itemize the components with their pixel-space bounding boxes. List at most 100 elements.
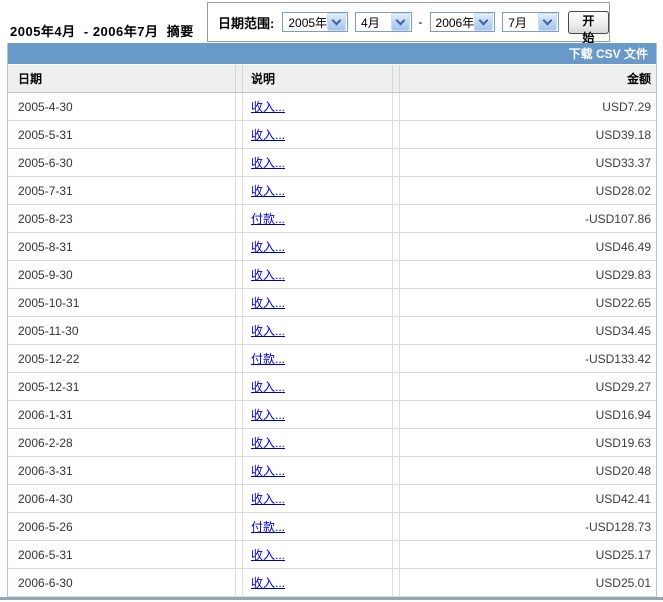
- date-cell: 2006-5-26: [8, 513, 236, 540]
- date-cell: 2005-5-31: [8, 121, 236, 148]
- table-row: 2006-5-31 收入... USD25.17: [8, 541, 656, 569]
- end-year-value: 2006年: [435, 15, 475, 30]
- date-cell: 2006-3-31: [8, 457, 236, 484]
- amount-cell: USD42.41: [399, 485, 656, 512]
- description-cell: 收入...: [242, 93, 393, 120]
- start-button[interactable]: 开始: [567, 10, 609, 45]
- amount-cell: USD25.01: [399, 569, 656, 596]
- amount-value: USD29.83: [595, 267, 651, 282]
- end-month-value: 7月: [508, 15, 527, 30]
- description-link[interactable]: 收入...: [251, 154, 285, 171]
- amount-value: USD25.01: [595, 575, 651, 590]
- table-row: 2006-5-26 付款... -USD128.73: [8, 513, 656, 541]
- description-cell: 收入...: [242, 373, 393, 400]
- amount-cell: USD39.18: [399, 121, 656, 148]
- description-cell: 收入...: [242, 261, 393, 288]
- description-cell: 收入...: [242, 233, 393, 260]
- amount-value: USD46.49: [595, 239, 651, 254]
- bottom-divider: [0, 597, 663, 600]
- amount-value: -USD107.86: [584, 211, 651, 226]
- description-link[interactable]: 收入...: [251, 490, 285, 507]
- header-description: 说明: [242, 65, 393, 92]
- header-date: 日期: [8, 65, 236, 92]
- amount-cell: USD29.83: [399, 261, 656, 288]
- description-link[interactable]: 收入...: [251, 182, 285, 199]
- header-amount: 金额: [399, 65, 656, 92]
- amount-value: USD28.02: [595, 183, 651, 198]
- description-cell: 收入...: [242, 177, 393, 204]
- description-cell: 收入...: [242, 541, 393, 568]
- amount-cell: USD33.37: [399, 149, 656, 176]
- description-link[interactable]: 收入...: [251, 406, 285, 423]
- date-cell: 2005-7-31: [8, 177, 236, 204]
- chevron-down-icon: [474, 13, 494, 31]
- amount-value: USD33.37: [595, 155, 651, 170]
- start-year-select[interactable]: 2005年: [282, 12, 349, 32]
- start-month-select[interactable]: 4月: [355, 12, 412, 32]
- date-cell: 2005-12-22: [8, 345, 236, 372]
- date-range-label: 日期范围:: [218, 15, 275, 31]
- table-row: 2005-6-30 收入... USD33.37: [8, 149, 656, 177]
- description-cell: 收入...: [242, 401, 393, 428]
- date-cell: 2005-4-30: [8, 93, 236, 120]
- date-range-panel: 日期范围: 2005年 4月 - 2006年 7月 开始: [207, 2, 610, 45]
- amount-value: -USD128.73: [584, 519, 651, 534]
- start-year-value: 2005年: [288, 15, 328, 30]
- description-link[interactable]: 收入...: [251, 238, 285, 255]
- table-row: 2006-6-30 收入... USD25.01: [8, 569, 656, 597]
- amount-cell: USD25.17: [399, 541, 656, 568]
- description-link[interactable]: 收入...: [251, 574, 285, 591]
- description-cell: 收入...: [242, 485, 393, 512]
- amount-cell: USD20.48: [399, 457, 656, 484]
- date-cell: 2006-2-28: [8, 429, 236, 456]
- description-link[interactable]: 收入...: [251, 322, 285, 339]
- amount-value: USD25.17: [595, 547, 651, 562]
- date-range-separator: -: [418, 15, 423, 29]
- description-link[interactable]: 收入...: [251, 126, 285, 143]
- table-row: 2006-4-30 收入... USD42.41: [8, 485, 656, 513]
- description-link[interactable]: 收入...: [251, 434, 285, 451]
- table-row: 2005-5-31 收入... USD39.18: [8, 121, 656, 149]
- statement-table: 下载 CSV 文件 日期 说明 金额 2005-4-30 收入... USD7.…: [7, 43, 657, 598]
- summary-title: 2005年4月 - 2006年7月 摘要: [10, 24, 194, 39]
- description-cell: 收入...: [242, 121, 393, 148]
- date-cell: 2006-5-31: [8, 541, 236, 568]
- description-link[interactable]: 付款...: [251, 518, 285, 535]
- table-row: 2005-4-30 收入... USD7.29: [8, 93, 656, 121]
- description-cell: 付款...: [242, 513, 393, 540]
- date-cell: 2006-1-31: [8, 401, 236, 428]
- amount-cell: USD7.29: [399, 93, 656, 120]
- amount-value: USD20.48: [595, 463, 651, 478]
- csv-toolbar: 下载 CSV 文件: [8, 43, 656, 65]
- description-link[interactable]: 付款...: [251, 350, 285, 367]
- table-row: 2005-10-31 收入... USD22.65: [8, 289, 656, 317]
- amount-value: USD16.94: [595, 407, 651, 422]
- description-cell: 付款...: [242, 205, 393, 232]
- description-link[interactable]: 收入...: [251, 546, 285, 563]
- description-link[interactable]: 收入...: [251, 378, 285, 395]
- end-month-select[interactable]: 7月: [502, 12, 559, 32]
- amount-cell: USD34.45: [399, 317, 656, 344]
- chevron-down-icon: [327, 13, 347, 31]
- date-cell: 2005-8-23: [8, 205, 236, 232]
- date-cell: 2005-12-31: [8, 373, 236, 400]
- amount-value: USD39.18: [595, 127, 651, 142]
- description-link[interactable]: 收入...: [251, 98, 285, 115]
- date-cell: 2005-9-30: [8, 261, 236, 288]
- table-row: 2006-2-28 收入... USD19.63: [8, 429, 656, 457]
- end-year-select[interactable]: 2006年: [429, 12, 496, 32]
- amount-cell: USD19.63: [399, 429, 656, 456]
- table-row: 2005-8-31 收入... USD46.49: [8, 233, 656, 261]
- amount-cell: USD28.02: [399, 177, 656, 204]
- description-link[interactable]: 付款...: [251, 210, 285, 227]
- date-cell: 2006-4-30: [8, 485, 236, 512]
- description-cell: 收入...: [242, 149, 393, 176]
- description-link[interactable]: 收入...: [251, 462, 285, 479]
- description-link[interactable]: 收入...: [251, 294, 285, 311]
- amount-value: USD22.65: [595, 295, 651, 310]
- amount-value: USD34.45: [595, 323, 651, 338]
- table-row: 2006-3-31 收入... USD20.48: [8, 457, 656, 485]
- description-link[interactable]: 收入...: [251, 266, 285, 283]
- date-cell: 2005-6-30: [8, 149, 236, 176]
- download-csv-link[interactable]: 下载 CSV 文件: [569, 45, 648, 62]
